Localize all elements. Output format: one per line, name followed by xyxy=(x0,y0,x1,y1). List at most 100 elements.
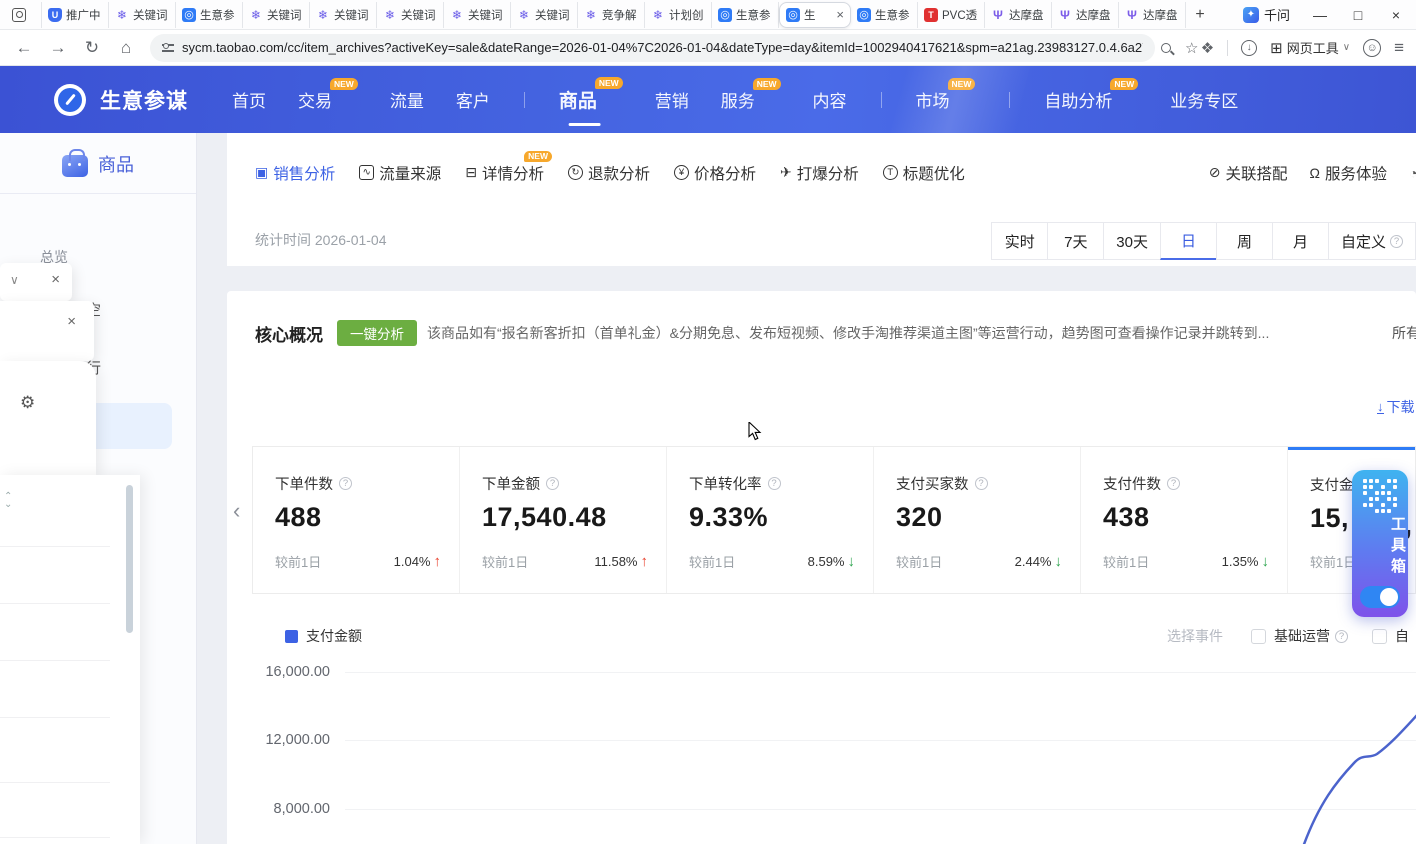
subnav-right-link[interactable]: Ω 服务体验 xyxy=(1310,162,1387,184)
one-click-analyze-button[interactable]: 一键分析 xyxy=(337,320,417,346)
reload-icon[interactable]: ↻ xyxy=(82,38,102,58)
compare-label: 较前1日 xyxy=(1103,552,1149,571)
clipped-icon[interactable]: ◔ xyxy=(1409,165,1416,181)
date-option[interactable]: 周 xyxy=(1216,222,1273,260)
browser-tab[interactable] xyxy=(6,2,42,28)
browser-tab[interactable]: 达摩盘 xyxy=(1119,2,1186,28)
nav-item[interactable]: 交易 NEW xyxy=(298,87,358,112)
metric-card[interactable]: 下单件数 ? 488 较前1日 1.04%↑ xyxy=(253,447,460,593)
subnav-tab[interactable]: ⊟ 详情分析 NEW xyxy=(465,162,544,184)
subnav-tab[interactable]: ▣ 销售分析 xyxy=(255,162,335,184)
browser-tab[interactable]: 关键词 xyxy=(310,2,377,28)
home-icon[interactable]: ⌂ xyxy=(116,38,136,58)
back-icon[interactable]: ← xyxy=(14,38,34,58)
nav-item[interactable]: 客户 xyxy=(456,87,490,112)
metric-card[interactable]: 下单转化率 ? 9.33% 较前1日 8.59%↓ xyxy=(667,447,874,593)
subnav-tab[interactable]: ✈ 打爆分析 xyxy=(780,162,859,184)
nav-item-label: 服务 xyxy=(721,87,755,112)
extensions-icon[interactable]: ❖ xyxy=(1201,39,1214,57)
nav-item[interactable] xyxy=(1009,92,1010,108)
web-tools-menu[interactable]: ⊞ 网页工具 ∨ xyxy=(1270,38,1350,57)
download-link[interactable]: ↓ 下载 xyxy=(1377,397,1415,417)
nav-item[interactable] xyxy=(881,92,882,108)
metric-card[interactable]: 下单金额 ? 17,540.48 较前1日 11.58%↑ xyxy=(460,447,667,593)
close-icon[interactable]: × xyxy=(67,313,76,330)
new-tab-button[interactable]: + xyxy=(1186,2,1214,28)
close-icon[interactable]: × xyxy=(51,271,60,288)
nav-item[interactable]: 自助分析 NEW xyxy=(1044,87,1138,112)
nav-item[interactable]: 服务 NEW xyxy=(721,87,781,112)
close-button[interactable]: × xyxy=(1388,7,1404,23)
tab-title: 关键词 xyxy=(401,7,437,23)
nav-item[interactable]: 业务专区 xyxy=(1170,87,1238,112)
maximize-button[interactable]: □ xyxy=(1350,7,1366,23)
nav-item[interactable]: 流量 xyxy=(390,87,424,112)
zoom-icon[interactable] xyxy=(1161,43,1171,53)
browser-tab[interactable]: PVC透 xyxy=(918,2,985,28)
address-input[interactable]: sycm.taobao.com/cc/item_archives?activeK… xyxy=(150,34,1155,62)
toolbox-toggle[interactable] xyxy=(1360,586,1400,608)
date-option[interactable]: 7天 xyxy=(1047,222,1104,260)
metrics-prev-arrow[interactable]: ‹ xyxy=(233,498,240,524)
browser-tab[interactable]: 生意参 xyxy=(176,2,243,28)
nav-item[interactable]: 商品 NEW xyxy=(559,86,623,113)
menu-icon[interactable]: ≡ xyxy=(1394,38,1404,58)
browser-tab[interactable]: 生 × xyxy=(779,2,851,28)
chevron-down-icon[interactable]: ∨ xyxy=(10,273,19,287)
site-settings-icon[interactable] xyxy=(162,44,174,52)
sort-chevrons-icon[interactable]: ⌃⌄ xyxy=(4,493,12,509)
bookmark-star-icon[interactable]: ☆ xyxy=(1185,39,1198,57)
subnav-tab[interactable]: ↻ 退款分析 xyxy=(568,162,650,184)
browser-tab[interactable]: 关键词 xyxy=(511,2,578,28)
toolbox-widget[interactable]: 工具箱 xyxy=(1352,470,1408,617)
date-option[interactable]: 30天 xyxy=(1103,222,1161,260)
tab-close-icon[interactable]: × xyxy=(836,7,844,22)
divider xyxy=(1227,40,1228,56)
browser-tab[interactable]: 生意参 xyxy=(851,2,918,28)
profile-avatar[interactable]: ☺ xyxy=(1363,39,1381,57)
clipped-checkbox-label: 自 xyxy=(1395,626,1409,646)
tab-title: 推广中 xyxy=(66,7,102,23)
assistant-button[interactable]: ✦ 千问 xyxy=(1243,5,1290,24)
browser-tab[interactable]: 达摩盘 xyxy=(1052,2,1119,28)
date-option[interactable]: 实时 xyxy=(991,222,1048,260)
scrollbar-thumb[interactable] xyxy=(126,485,133,633)
nav-item[interactable]: 营销 xyxy=(655,87,689,112)
browser-tab[interactable]: 生意参 xyxy=(712,2,779,28)
subnav-tab[interactable]: T 标题优化 xyxy=(883,162,965,184)
nav-item[interactable]: 市场 NEW xyxy=(916,87,976,112)
browser-tab[interactable]: 达摩盘 xyxy=(985,2,1052,28)
date-option[interactable]: 月 xyxy=(1272,222,1329,260)
metric-card[interactable]: 支付件数 ? 438 较前1日 1.35%↓ xyxy=(1081,447,1288,593)
gear-icon[interactable]: ⚙ xyxy=(20,393,35,413)
browser-tab[interactable]: 关键词 xyxy=(243,2,310,28)
tabbar-right: ✦ 千问 — □ × xyxy=(1243,5,1416,24)
metric-label: 下单金额 xyxy=(482,473,540,494)
browser-tab[interactable]: 计划创 xyxy=(645,2,712,28)
browser-tab[interactable]: 关键词 xyxy=(109,2,176,28)
clipped-text[interactable]: 所有 xyxy=(1392,323,1416,343)
nav-item[interactable]: 首页 xyxy=(232,87,266,112)
browser-tab[interactable]: 关键词 xyxy=(444,2,511,28)
compass-icon xyxy=(857,8,871,22)
browser-tab[interactable]: 竞争解 xyxy=(578,2,645,28)
minimize-button[interactable]: — xyxy=(1312,7,1328,23)
downloads-icon[interactable]: ↓ xyxy=(1241,40,1257,56)
browser-tab[interactable]: 推广中 xyxy=(42,2,109,28)
checkbox-basic-ops[interactable] xyxy=(1251,629,1266,644)
nav-item[interactable]: 内容 xyxy=(813,87,847,112)
subnav-tab-label: 流量来源 xyxy=(379,162,441,184)
nav-item[interactable] xyxy=(524,92,525,108)
metric-card[interactable]: 支付买家数 ? 320 较前1日 2.44%↓ xyxy=(874,447,1081,593)
forward-icon[interactable]: → xyxy=(48,38,68,58)
subnav-tab[interactable]: ¥ 价格分析 xyxy=(674,162,756,184)
date-option[interactable]: 自定义 ? xyxy=(1328,222,1416,260)
subnav-right-link[interactable]: ⊘ 关联搭配 xyxy=(1209,162,1288,184)
sycm-logo[interactable] xyxy=(54,84,86,116)
checkbox-clipped[interactable] xyxy=(1372,629,1387,644)
browser-tab[interactable]: 关键词 xyxy=(377,2,444,28)
trend-arrow-icon: ↑ xyxy=(434,553,442,570)
date-option[interactable]: 日 xyxy=(1160,222,1217,260)
subnav-tab[interactable]: ∿ 流量来源 xyxy=(359,162,441,184)
divider xyxy=(0,837,110,838)
